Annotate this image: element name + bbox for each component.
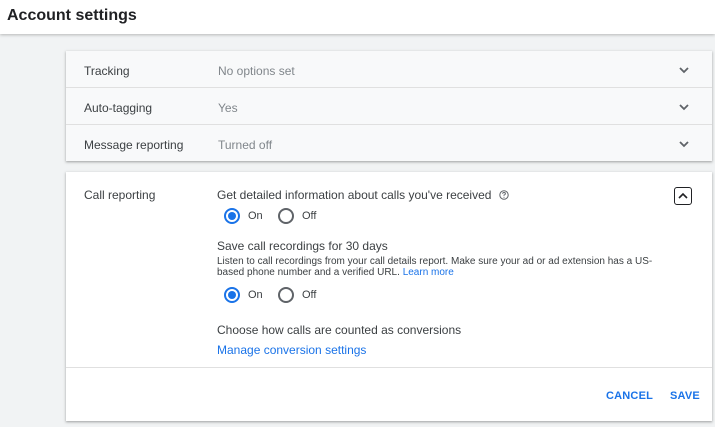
learn-more-link[interactable]: Learn more [403, 267, 454, 278]
top-bar: Account settings [0, 0, 715, 34]
radio-label: Off [302, 289, 317, 301]
chevron-up-icon [678, 192, 688, 199]
row-value: Yes [218, 101, 238, 115]
recordings-title: Save call recordings for 30 days [217, 239, 388, 253]
calls-info-line: Get detailed information about calls you… [217, 188, 509, 202]
row-value: Turned off [218, 138, 273, 152]
calls-info-text: Get detailed information about calls you… [217, 188, 492, 202]
radio-label: On [248, 210, 263, 222]
row-value: No options set [218, 64, 295, 78]
settings-panel: Tracking No options set Auto-tagging Yes… [66, 51, 712, 161]
settings-row-auto-tagging[interactable]: Auto-tagging Yes [66, 88, 712, 125]
help-icon[interactable] [499, 190, 509, 200]
call-reporting-panel: Call reporting Get detailed information … [66, 172, 712, 421]
calls-on-radio[interactable] [224, 208, 240, 224]
radio-label: On [248, 289, 263, 301]
recordings-off-radio[interactable] [278, 287, 294, 303]
call-reporting-label: Call reporting [84, 188, 156, 202]
row-label: Message reporting [84, 138, 184, 152]
row-label: Auto-tagging [84, 101, 153, 115]
cancel-button[interactable]: CANCEL [606, 390, 653, 402]
divider [66, 367, 712, 368]
recordings-description: Listen to call recordings from your call… [217, 256, 657, 278]
page-title: Account settings [7, 7, 137, 24]
settings-row-message-reporting[interactable]: Message reporting Turned off [66, 125, 712, 162]
chevron-down-icon[interactable] [678, 102, 690, 112]
row-label: Tracking [84, 64, 130, 78]
conversions-text: Choose how calls are counted as conversi… [217, 323, 462, 337]
recordings-on-radio[interactable] [224, 287, 240, 303]
save-button[interactable]: SAVE [670, 390, 700, 402]
manage-conversion-link[interactable]: Manage conversion settings [217, 343, 366, 357]
radio-label: Off [302, 210, 317, 222]
chevron-down-icon[interactable] [678, 65, 690, 75]
calls-off-radio[interactable] [278, 208, 294, 224]
chevron-down-icon[interactable] [678, 139, 690, 149]
collapse-button[interactable] [674, 187, 692, 205]
settings-row-tracking[interactable]: Tracking No options set [66, 51, 712, 88]
